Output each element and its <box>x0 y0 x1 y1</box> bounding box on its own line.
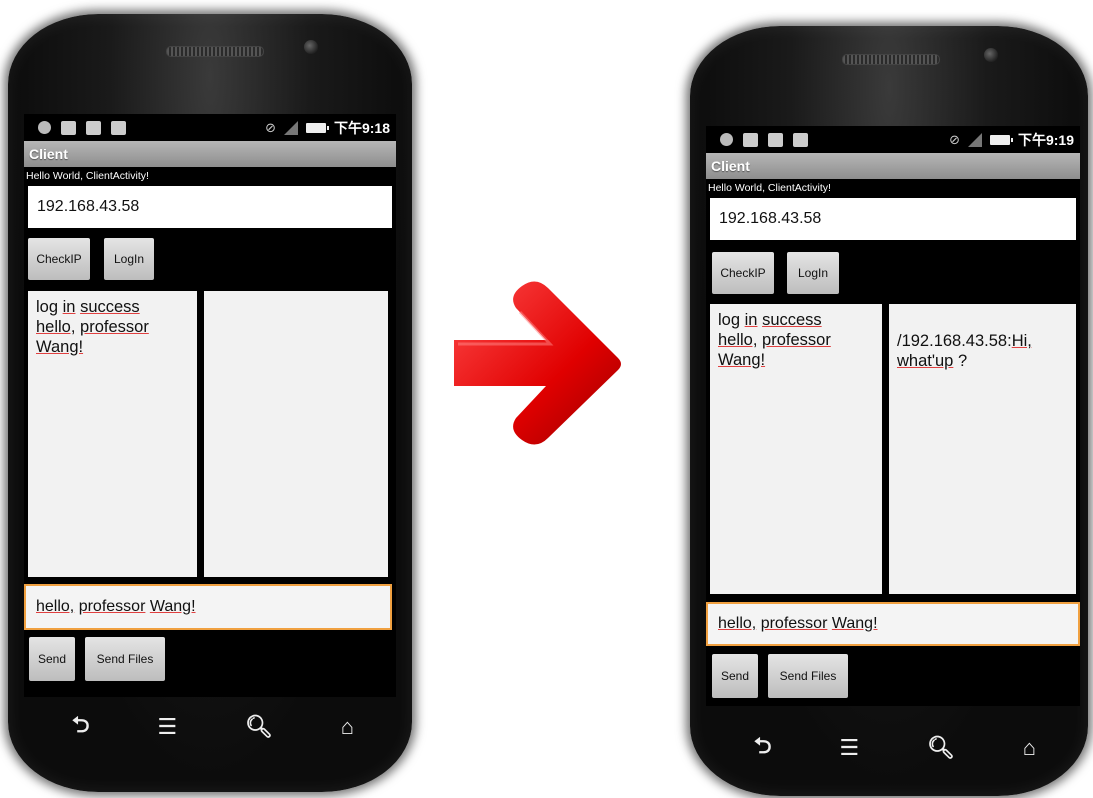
checkip-button[interactable]: CheckIP <box>28 238 90 280</box>
log-line: Wang! <box>718 351 766 369</box>
phone-screen: ⊘ 下午9:18 Client Hello World, ClientActiv… <box>24 114 396 697</box>
menu-icon[interactable]: ☰ <box>839 735 859 761</box>
earpiece-speaker <box>166 46 264 57</box>
message-input[interactable]: hello, professor Wang! <box>24 584 392 630</box>
send-files-button[interactable]: Send Files <box>768 654 848 698</box>
back-icon[interactable]: ⮌ <box>754 729 772 767</box>
signal-icon <box>283 120 298 135</box>
hello-text: Hello World, ClientActivity! <box>26 170 149 182</box>
earpiece-speaker <box>842 54 940 65</box>
vibrate-icon: ⊘ <box>949 131 960 147</box>
home-icon[interactable]: ⌂ <box>341 714 354 740</box>
log-line: hello, professor <box>718 331 831 349</box>
message-text: hello, professor Wang! <box>718 615 878 632</box>
screenshot-icon <box>793 132 808 147</box>
battery-icon <box>989 134 1013 145</box>
android-debug-icon <box>743 132 758 147</box>
checkip-button[interactable]: CheckIP <box>712 252 774 294</box>
wifi-hotspot-icon <box>86 120 101 135</box>
clock: 下午9:19 <box>1017 131 1074 148</box>
usb-icon <box>38 121 51 134</box>
log-line: hello, professor <box>36 318 149 336</box>
transition-arrow-icon <box>454 281 621 445</box>
login-button[interactable]: LogIn <box>787 252 839 294</box>
log-line: Wang! <box>36 338 84 356</box>
log-line: log in success <box>718 311 822 329</box>
nav-bar: ⮌ ☰ 🔍︎ ⌂ <box>720 726 1070 770</box>
log-pane: log in success hello, professor Wang! <box>710 304 882 594</box>
battery-icon <box>305 122 329 133</box>
search-icon[interactable]: 🔍︎ <box>927 735 955 761</box>
hello-text: Hello World, ClientActivity! <box>708 182 831 194</box>
front-camera <box>304 40 318 54</box>
ip-input[interactable]: 192.168.43.58 <box>710 198 1076 240</box>
search-icon[interactable]: 🔍︎ <box>245 714 273 740</box>
log-pane: log in success hello, professor Wang! <box>28 291 197 577</box>
app-title: Client <box>24 141 396 167</box>
home-icon[interactable]: ⌂ <box>1023 735 1036 761</box>
send-files-button[interactable]: Send Files <box>85 637 165 681</box>
screenshot-icon <box>111 120 126 135</box>
phone-right: ⊘ 下午9:19 Client Hello World, ClientActiv… <box>690 26 1088 796</box>
status-bar: ⊘ 下午9:19 <box>706 126 1080 153</box>
vibrate-icon: ⊘ <box>265 119 276 135</box>
send-button[interactable]: Send <box>29 637 75 681</box>
message-input[interactable]: hello, professor Wang! <box>706 602 1080 646</box>
signal-icon <box>967 132 982 147</box>
status-bar: ⊘ 下午9:18 <box>24 114 396 141</box>
received-line: /192.168.43.58:Hi, <box>897 332 1032 350</box>
nav-bar: ⮌ ☰ 🔍︎ ⌂ <box>38 704 388 750</box>
wifi-hotspot-icon <box>768 132 783 147</box>
received-pane <box>204 291 388 577</box>
received-line: what'up ? <box>897 352 968 370</box>
clock: 下午9:18 <box>333 119 390 136</box>
send-button[interactable]: Send <box>712 654 758 698</box>
android-debug-icon <box>61 120 76 135</box>
message-text: hello, professor Wang! <box>36 598 196 615</box>
phone-left: ⊘ 下午9:18 Client Hello World, ClientActiv… <box>8 14 412 792</box>
usb-icon <box>720 133 733 146</box>
phone-screen: ⊘ 下午9:19 Client Hello World, ClientActiv… <box>706 126 1080 706</box>
menu-icon[interactable]: ☰ <box>157 714 177 740</box>
ip-input[interactable]: 192.168.43.58 <box>28 186 392 228</box>
app-title: Client <box>706 153 1080 179</box>
log-line: log in success <box>36 298 140 316</box>
back-icon[interactable]: ⮌ <box>72 708 90 746</box>
login-button[interactable]: LogIn <box>104 238 154 280</box>
received-pane: /192.168.43.58:Hi, what'up ? <box>889 304 1076 594</box>
front-camera <box>984 48 998 62</box>
